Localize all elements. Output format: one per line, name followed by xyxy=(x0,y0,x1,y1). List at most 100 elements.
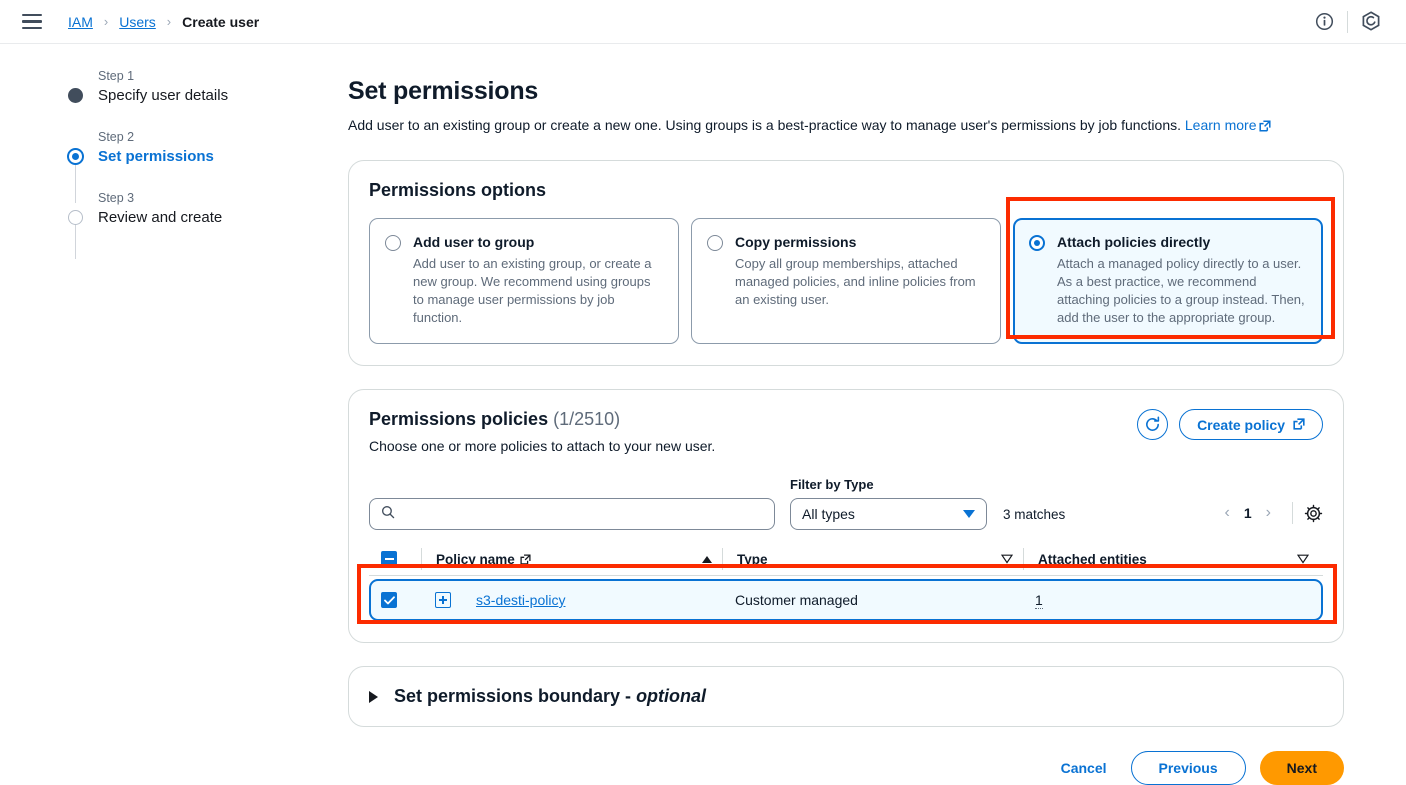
policy-name-cell: s3-desti-policy xyxy=(423,592,723,608)
attached-entities-value[interactable]: 1 xyxy=(1035,592,1043,609)
option-description: Attach a managed policy directly to a us… xyxy=(1057,256,1305,325)
attached-entities-cell: 1 xyxy=(1023,592,1321,609)
column-label: Type xyxy=(737,551,768,567)
pagination-page-number[interactable]: 1 xyxy=(1240,505,1256,521)
step-title: Set permissions xyxy=(98,148,214,165)
radio-add-user-to-group[interactable] xyxy=(385,235,401,251)
gear-icon[interactable] xyxy=(1304,504,1323,523)
step-indicator-done-icon xyxy=(68,88,83,103)
column-header-type[interactable]: Type xyxy=(723,552,1023,567)
create-policy-label: Create policy xyxy=(1197,416,1285,433)
policies-table: Policy name Type Attached entities s3-de… xyxy=(369,543,1323,621)
external-link-icon xyxy=(1293,417,1305,433)
stepper-step-set-permissions[interactable]: Step 2 Set permissions xyxy=(62,129,312,168)
breadcrumb-item-users[interactable]: Users xyxy=(119,14,156,30)
step-number: Step 2 xyxy=(98,130,135,144)
stepper-step-specify-user-details[interactable]: Step 1 Specify user details xyxy=(62,68,312,107)
search-icon xyxy=(381,505,395,524)
permissions-policies-count: (1/2510) xyxy=(553,409,621,429)
radio-copy-permissions[interactable] xyxy=(707,235,723,251)
policy-search-box[interactable] xyxy=(369,498,775,530)
wizard-stepper: Step 1 Specify user details Step 2 Set p… xyxy=(62,68,312,259)
top-bar-divider xyxy=(1347,10,1348,33)
external-link-icon xyxy=(1259,117,1272,137)
external-link-icon xyxy=(520,553,531,565)
page-title: Set permissions xyxy=(348,77,539,105)
hexagon-settings-icon[interactable] xyxy=(1354,5,1388,39)
expand-plus-icon[interactable] xyxy=(435,592,451,608)
option-title: Copy permissions xyxy=(735,234,857,250)
permissions-options-heading: Permissions options xyxy=(369,180,547,200)
step-number: Step 1 xyxy=(98,69,135,83)
sort-ascending-icon[interactable] xyxy=(702,555,712,563)
filter-by-type-label: Filter by Type xyxy=(790,477,874,492)
permissions-policies-heading: Permissions policies (1/2510) xyxy=(369,409,715,430)
option-card-copy-permissions[interactable]: Copy permissions Copy all group membersh… xyxy=(691,218,1001,344)
create-policy-button[interactable]: Create policy xyxy=(1179,409,1323,440)
column-header-policy-name[interactable]: Policy name xyxy=(422,552,722,567)
option-title: Add user to group xyxy=(413,234,535,250)
sort-icon[interactable] xyxy=(1001,554,1013,564)
previous-button[interactable]: Previous xyxy=(1130,751,1246,785)
step-title: Specify user details xyxy=(98,87,229,104)
permissions-policies-subtitle: Choose one or more policies to attach to… xyxy=(369,438,716,454)
next-button[interactable]: Next xyxy=(1259,751,1344,785)
main-content: Set permissions Add user to an existing … xyxy=(348,76,1344,785)
pagination-divider xyxy=(1292,502,1293,524)
search-input[interactable] xyxy=(404,505,763,523)
column-header-attached-entities[interactable]: Attached entities xyxy=(1024,552,1323,567)
table-row[interactable]: s3-desti-policy Customer managed 1 xyxy=(369,579,1323,621)
hamburger-menu-icon[interactable] xyxy=(22,14,42,29)
row-select-cell xyxy=(371,592,423,608)
permissions-policies-title: Permissions policies xyxy=(369,409,549,429)
option-card-attach-policies-directly[interactable]: Attach policies directly Attach a manage… xyxy=(1013,218,1323,344)
top-navigation-bar: IAM › Users › Create user xyxy=(0,0,1406,44)
matches-count: 3 matches xyxy=(1003,507,1066,522)
info-circle-icon[interactable] xyxy=(1307,5,1341,39)
option-description: Add user to an existing group, or create… xyxy=(413,256,652,325)
triangle-right-icon[interactable] xyxy=(369,690,378,703)
option-description: Copy all group memberships, attached man… xyxy=(735,256,976,307)
pagination: ‹ 1 › xyxy=(1215,502,1323,530)
option-card-add-user-to-group[interactable]: Add user to group Add user to an existin… xyxy=(369,218,679,344)
policies-filter-row: Filter by Type All types 3 matches ‹ 1 › xyxy=(369,477,1323,530)
step-number: Step 3 xyxy=(98,191,135,205)
step-title: Review and create xyxy=(98,209,223,226)
policy-type-cell: Customer managed xyxy=(723,592,1023,608)
boundary-optional-text: optional xyxy=(636,686,707,706)
select-all-cell xyxy=(369,551,421,567)
radio-attach-policies-directly[interactable] xyxy=(1029,235,1045,251)
permissions-boundary-title: Set permissions boundary - optional xyxy=(394,686,706,707)
boundary-title-text: Set permissions boundary - xyxy=(394,686,637,706)
sort-icon[interactable] xyxy=(1297,554,1309,564)
select-all-checkbox[interactable] xyxy=(381,551,397,567)
top-bar-actions xyxy=(1307,5,1388,39)
permissions-policies-panel: Permissions policies (1/2510) Choose one… xyxy=(348,389,1344,643)
stepper-step-review-and-create[interactable]: Step 3 Review and create xyxy=(62,190,312,229)
filter-selected-value: All types xyxy=(802,506,855,522)
refresh-icon[interactable] xyxy=(1137,409,1169,440)
policy-type-value: Customer managed xyxy=(735,592,858,608)
row-checkbox[interactable] xyxy=(381,592,397,608)
learn-more-link[interactable]: Learn more xyxy=(1185,117,1257,133)
permissions-options-panel: Permissions options Add user to group Ad… xyxy=(348,160,1344,366)
column-label: Attached entities xyxy=(1038,551,1147,567)
permissions-options-cards: Add user to group Add user to an existin… xyxy=(369,218,1323,344)
permissions-boundary-panel[interactable]: Set permissions boundary - optional xyxy=(348,666,1344,727)
chevron-left-icon[interactable]: ‹ xyxy=(1215,504,1240,522)
column-label: Policy name xyxy=(436,551,515,567)
cancel-button[interactable]: Cancel xyxy=(1051,753,1117,783)
table-header-row: Policy name Type Attached entities xyxy=(369,543,1323,576)
breadcrumb-separator-icon: › xyxy=(103,14,109,29)
filter-by-type-select[interactable]: All types xyxy=(790,498,987,530)
step-indicator-current-icon xyxy=(67,148,84,165)
breadcrumb-separator-icon: › xyxy=(166,14,172,29)
wizard-footer: Cancel Previous Next xyxy=(348,751,1344,785)
page-description-text: Add user to an existing group or create … xyxy=(348,117,1181,133)
page-description: Add user to an existing group or create … xyxy=(348,115,1344,137)
policy-name-link[interactable]: s3-desti-policy xyxy=(476,592,565,608)
breadcrumb-item-iam[interactable]: IAM xyxy=(68,14,93,30)
breadcrumb: IAM › Users › Create user xyxy=(68,14,259,30)
option-title: Attach policies directly xyxy=(1057,234,1211,250)
chevron-right-icon[interactable]: › xyxy=(1256,504,1281,522)
